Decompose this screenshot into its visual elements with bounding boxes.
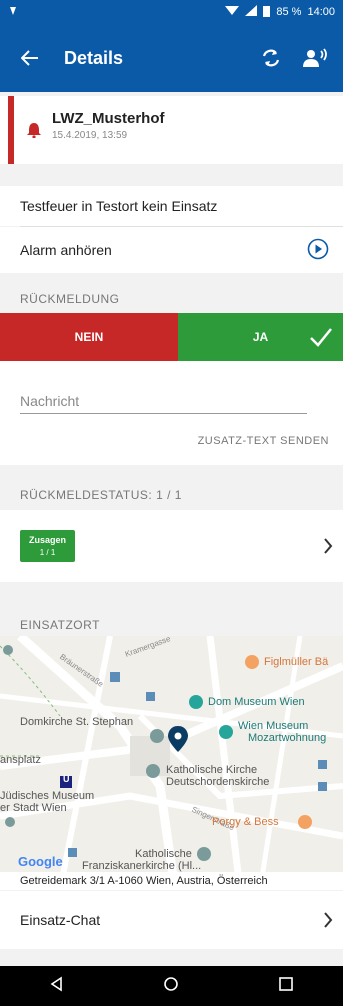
app-bar: Details — [0, 24, 343, 92]
nav-recents-button[interactable] — [278, 976, 294, 997]
subway-icon: U — [63, 774, 70, 784]
speaker-button[interactable] — [293, 24, 337, 92]
square-recents-icon — [279, 976, 293, 991]
yes-button[interactable]: JA — [178, 313, 343, 361]
signal-icon — [245, 5, 258, 19]
message-area: ZUSATZ-TEXT SENDEN — [0, 361, 343, 465]
back-arrow-icon — [21, 50, 38, 66]
wifi-icon — [225, 5, 240, 19]
response-section-label: RÜCKMELDUNG — [20, 292, 120, 306]
map-label: Porgy & Bess — [212, 816, 279, 828]
refresh-button[interactable] — [249, 24, 293, 92]
chevron-right-icon — [323, 538, 333, 559]
back-button[interactable] — [0, 24, 60, 92]
battery-icon — [263, 5, 271, 20]
response-buttons: NEIN JA — [0, 313, 343, 361]
alarm-datetime: 15.4.2019, 13:59 — [52, 130, 128, 141]
no-button[interactable]: NEIN — [0, 313, 178, 361]
status-badge: Zusagen 1 / 1 — [20, 530, 75, 562]
chat-label: Einsatz-Chat — [20, 912, 101, 928]
map-label: Dom Museum Wien — [208, 696, 305, 708]
map-label: Deutschordenskirche — [166, 776, 270, 788]
speaker-person-icon — [303, 48, 327, 67]
system-nav-bar — [0, 966, 343, 1006]
alarm-header: LWZ_Musterhof 15.4.2019, 13:59 — [0, 96, 343, 164]
battery-percent: 85 % — [276, 6, 302, 18]
badge-count: 1 / 1 — [39, 548, 56, 557]
nav-home-button[interactable] — [163, 976, 179, 997]
notification-icon — [8, 5, 18, 20]
status-bar: 85 % 14:00 — [0, 0, 343, 24]
map-label: Domkirche St. Stephan — [20, 716, 134, 728]
location-section-label: EINSATZORT — [20, 618, 100, 632]
feedback-status-label: RÜCKMELDESTATUS: 1 / 1 — [20, 488, 182, 502]
play-circle-icon[interactable] — [307, 238, 329, 263]
map-label: Katholische — [135, 848, 192, 860]
check-icon — [309, 325, 333, 352]
map-label: er Stadt Wien — [0, 802, 67, 814]
refresh-icon — [262, 49, 280, 67]
triangle-back-icon — [50, 976, 62, 991]
nav-back-button[interactable] — [49, 976, 65, 997]
send-extra-text-button[interactable]: ZUSATZ-TEXT SENDEN — [198, 435, 329, 447]
page-title: Details — [64, 47, 124, 68]
badge-title: Zusagen — [28, 535, 66, 545]
alarm-text-row: Testfeuer in Testort kein Einsatz — [0, 186, 343, 226]
bell-icon — [26, 122, 42, 143]
google-logo: Google — [18, 854, 63, 869]
alarm-text: Testfeuer in Testort kein Einsatz — [20, 198, 218, 214]
chevron-right-icon — [323, 912, 333, 931]
map-label: ansplatz — [0, 754, 41, 766]
map-label: Mozartwohnung — [248, 732, 327, 744]
chat-row[interactable]: Einsatz-Chat — [0, 891, 343, 949]
map-label: Franziskanerkirche (Hl... — [82, 860, 202, 872]
map-label: Katholische Kirche — [166, 764, 258, 776]
listen-alarm-row[interactable]: Alarm anhören — [0, 227, 343, 273]
alarm-name: LWZ_Musterhof — [52, 110, 165, 127]
alarm-indicator-bar — [8, 96, 14, 164]
circle-home-icon — [164, 976, 179, 991]
message-input[interactable] — [20, 388, 307, 414]
map-label: Figlmüller Bä — [264, 656, 329, 668]
listen-alarm-label: Alarm anhören — [20, 242, 112, 258]
map-label: Jüdisches Museum — [0, 790, 95, 802]
map-label: Wien Museum — [238, 720, 309, 732]
yes-label: JA — [252, 330, 269, 344]
location-address: Getreidemark 3/1 A-1060 Wien, Austria, Ö… — [0, 872, 343, 890]
feedback-status-row[interactable]: Zusagen 1 / 1 — [0, 510, 343, 582]
clock: 14:00 — [307, 6, 335, 18]
map-view[interactable]: Bräunerstraße Kramergasse Singerstraße F… — [0, 636, 343, 890]
